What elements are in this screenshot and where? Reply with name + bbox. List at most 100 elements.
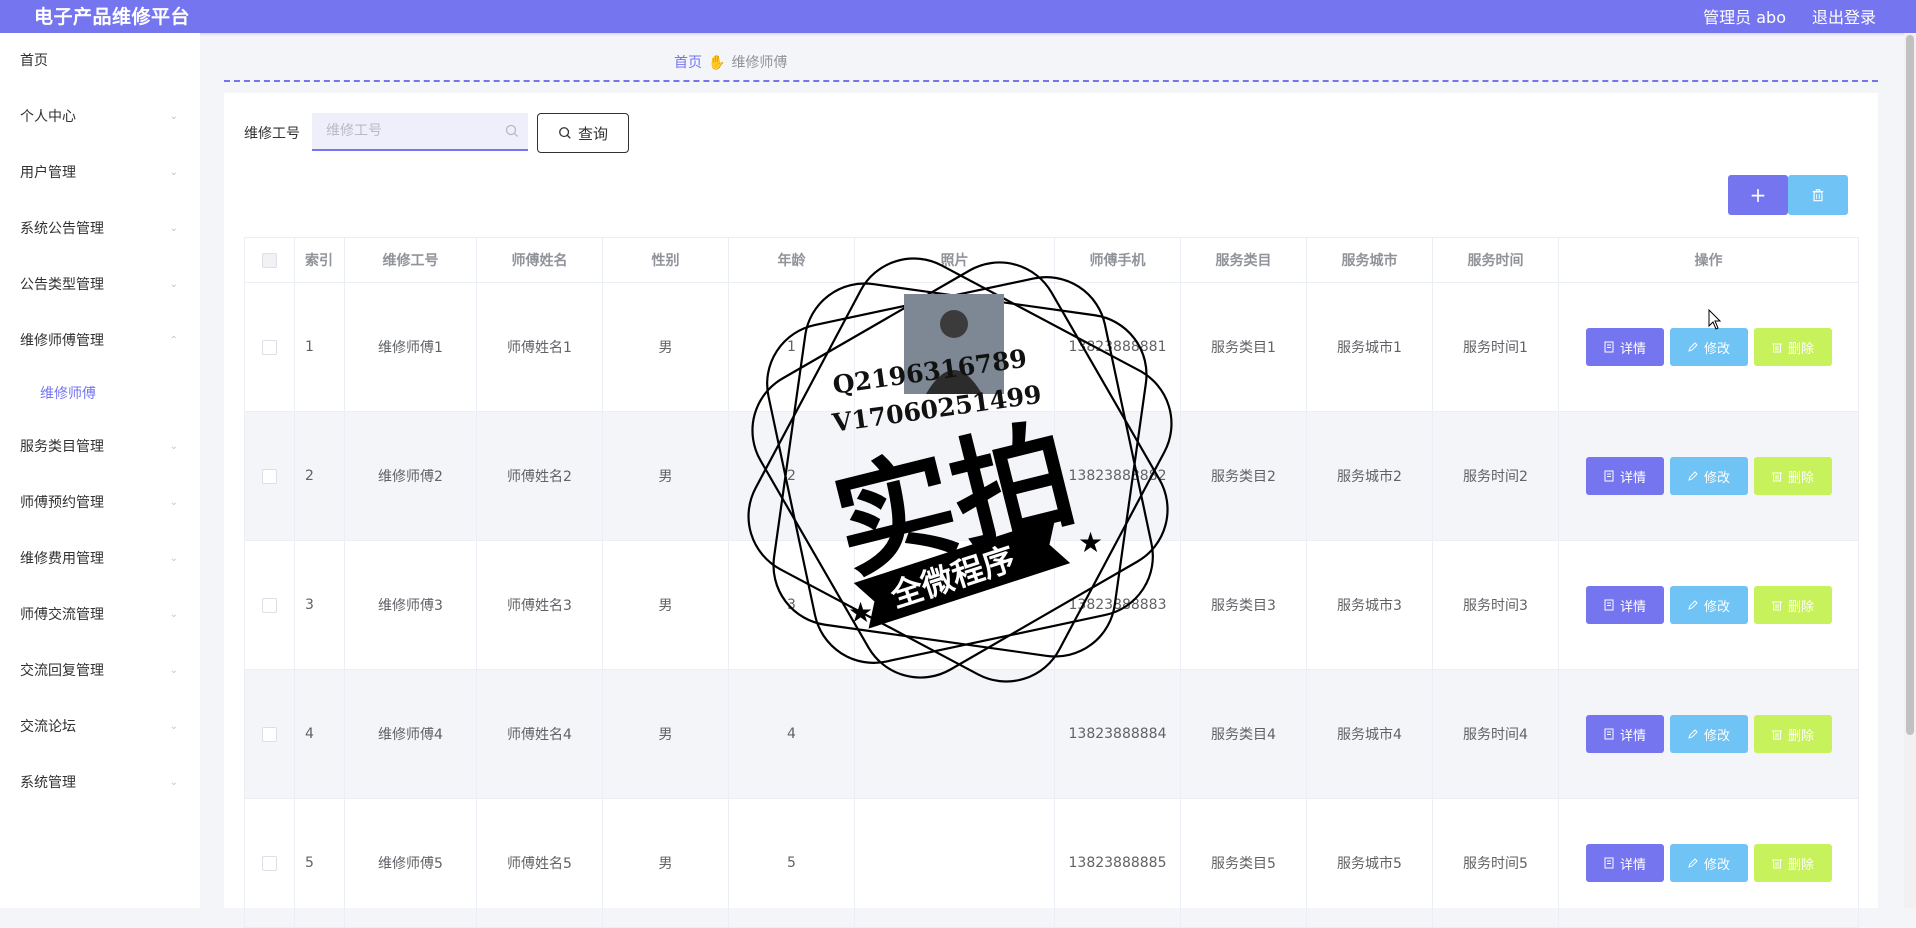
query-button-label: 查询 xyxy=(577,124,608,143)
row-checkbox[interactable] xyxy=(262,597,277,613)
detail-button[interactable]: 详情 xyxy=(1585,586,1664,624)
pencil-icon xyxy=(1688,600,1698,610)
sidebar-item-personal-center[interactable]: 个人中心 ⌄ xyxy=(0,89,200,145)
row-checkbox[interactable] xyxy=(262,468,277,484)
document-icon xyxy=(1604,470,1614,482)
chevron-down-icon: ⌄ xyxy=(169,609,178,620)
row-checkbox[interactable] xyxy=(262,855,277,871)
cell-phone: 13823888884 xyxy=(1054,669,1181,799)
sidebar-item-announcement-type-management[interactable]: 公告类型管理 ⌄ xyxy=(0,257,200,313)
cell-photo xyxy=(854,282,1055,412)
detail-button[interactable]: 详情 xyxy=(1585,457,1664,495)
cell-phone: 13823888882 xyxy=(1054,411,1181,541)
sidebar-item-service-category-management[interactable]: 服务类目管理 ⌄ xyxy=(0,419,200,475)
edit-button-label: 修改 xyxy=(1703,341,1730,357)
chevron-down-icon: ⌄ xyxy=(169,223,178,234)
detail-button[interactable]: 详情 xyxy=(1585,844,1664,882)
scrollbar-thumb[interactable] xyxy=(1906,35,1914,735)
search-input[interactable] xyxy=(312,113,528,151)
sidebar-item-announcement-management[interactable]: 系统公告管理 ⌄ xyxy=(0,201,200,257)
delete-button-label: 删除 xyxy=(1787,857,1814,873)
cell-actions: 详情 修改 删除 xyxy=(1558,411,1859,541)
delete-button-label: 删除 xyxy=(1787,599,1814,615)
cell-actions: 详情 修改 删除 xyxy=(1558,798,1859,928)
cell-category: 服务类目5 xyxy=(1180,798,1307,928)
sidebar-subitem-technician[interactable]: 维修师傅 xyxy=(0,369,200,419)
chevron-down-icon: ⌄ xyxy=(169,721,178,732)
detail-button[interactable]: 详情 xyxy=(1585,715,1664,753)
sidebar-item-label: 系统公告管理 xyxy=(20,221,104,237)
delete-button-label: 删除 xyxy=(1787,470,1814,486)
sidebar-item-forum[interactable]: 交流论坛 ⌄ xyxy=(0,699,200,755)
document-icon xyxy=(1604,341,1614,353)
column-header: 操作 xyxy=(1558,237,1859,283)
search-label: 维修工号 xyxy=(244,126,300,142)
trash-icon xyxy=(1771,730,1782,740)
sidebar-item-label: 用户管理 xyxy=(20,165,76,181)
cell-time: 服务时间2 xyxy=(1432,411,1559,541)
column-header: 服务类目 xyxy=(1180,237,1307,283)
scrollbar[interactable] xyxy=(1904,33,1916,908)
row-checkbox[interactable] xyxy=(262,726,277,742)
sidebar-item-appointment-management[interactable]: 师傅预约管理 ⌄ xyxy=(0,475,200,531)
document-icon xyxy=(1604,599,1614,611)
document-icon xyxy=(1604,857,1614,869)
sidebar-item-fee-management[interactable]: 维修费用管理 ⌄ xyxy=(0,531,200,587)
cell-gender: 男 xyxy=(602,282,729,412)
detail-button[interactable]: 详情 xyxy=(1585,328,1664,366)
cell-gender: 男 xyxy=(602,411,729,541)
query-button[interactable]: 查询 xyxy=(537,113,629,153)
edit-button[interactable]: 修改 xyxy=(1669,328,1748,366)
sidebar-item-label: 系统管理 xyxy=(20,775,76,791)
edit-button[interactable]: 修改 xyxy=(1669,586,1748,624)
sidebar-item-user-management[interactable]: 用户管理 ⌄ xyxy=(0,145,200,201)
content-panel: 维修工号 查询 + 索引 维修工号 师傅姓名 性别 年龄 照片 师傅手机 服务类… xyxy=(224,93,1878,928)
row-select-cell xyxy=(244,798,295,928)
cell-actions: 详情 修改 删除 xyxy=(1558,669,1859,799)
logout-link[interactable]: 退出登录 xyxy=(1812,4,1876,28)
add-button[interactable]: + xyxy=(1728,175,1788,215)
detail-button-label: 详情 xyxy=(1619,341,1646,357)
batch-delete-button[interactable] xyxy=(1788,175,1848,215)
cell-gender: 男 xyxy=(602,540,729,670)
current-user-label: 管理员 abo xyxy=(1703,8,1786,27)
top-header: 电子产品维修平台 管理员 abo 退出登录 xyxy=(0,0,1916,33)
delete-button-label: 删除 xyxy=(1787,728,1814,744)
sidebar-item-label: 维修师傅管理 xyxy=(20,333,104,349)
cell-name: 师傅姓名1 xyxy=(476,282,603,412)
breadcrumb-home[interactable]: 首页 xyxy=(674,55,702,71)
delete-button[interactable]: 删除 xyxy=(1753,328,1832,366)
cell-actions: 详情 修改 删除 xyxy=(1558,282,1859,412)
sidebar-item-home[interactable]: 首页 xyxy=(0,33,200,89)
cell-category: 服务类目4 xyxy=(1180,669,1307,799)
sidebar-item-label: 维修费用管理 xyxy=(20,551,104,567)
detail-button-label: 详情 xyxy=(1619,599,1646,615)
delete-button[interactable]: 删除 xyxy=(1753,715,1832,753)
sidebar-item-label: 个人中心 xyxy=(20,109,76,125)
delete-button[interactable]: 删除 xyxy=(1753,457,1832,495)
chevron-down-icon: ⌄ xyxy=(169,279,178,290)
sidebar-item-label: 师傅预约管理 xyxy=(20,495,104,511)
sidebar-item-technician-management[interactable]: 维修师傅管理 ⌃ xyxy=(0,313,200,369)
sidebar-item-system-management[interactable]: 系统管理 ⌄ xyxy=(0,755,200,811)
pencil-icon xyxy=(1688,342,1698,352)
detail-button-label: 详情 xyxy=(1619,857,1646,873)
delete-button[interactable]: 删除 xyxy=(1753,586,1832,624)
chevron-down-icon: ⌄ xyxy=(169,777,178,788)
chevron-down-icon: ⌄ xyxy=(169,167,178,178)
edit-button[interactable]: 修改 xyxy=(1669,715,1748,753)
edit-button[interactable]: 修改 xyxy=(1669,457,1748,495)
cell-city: 服务城市3 xyxy=(1306,540,1433,670)
row-checkbox[interactable] xyxy=(262,339,277,355)
cell-age: 2 xyxy=(728,411,855,541)
sidebar-item-reply-management[interactable]: 交流回复管理 ⌄ xyxy=(0,643,200,699)
cell-worker-no: 维修师傅3 xyxy=(344,540,477,670)
detail-button-label: 详情 xyxy=(1619,728,1646,744)
edit-button[interactable]: 修改 xyxy=(1669,844,1748,882)
cell-photo xyxy=(854,669,1055,799)
select-all-checkbox[interactable] xyxy=(262,252,277,268)
chevron-down-icon: ⌄ xyxy=(169,111,178,122)
sidebar-item-communication-management[interactable]: 师傅交流管理 ⌄ xyxy=(0,587,200,643)
delete-button[interactable]: 删除 xyxy=(1753,844,1832,882)
cell-index: 3 xyxy=(294,540,345,670)
